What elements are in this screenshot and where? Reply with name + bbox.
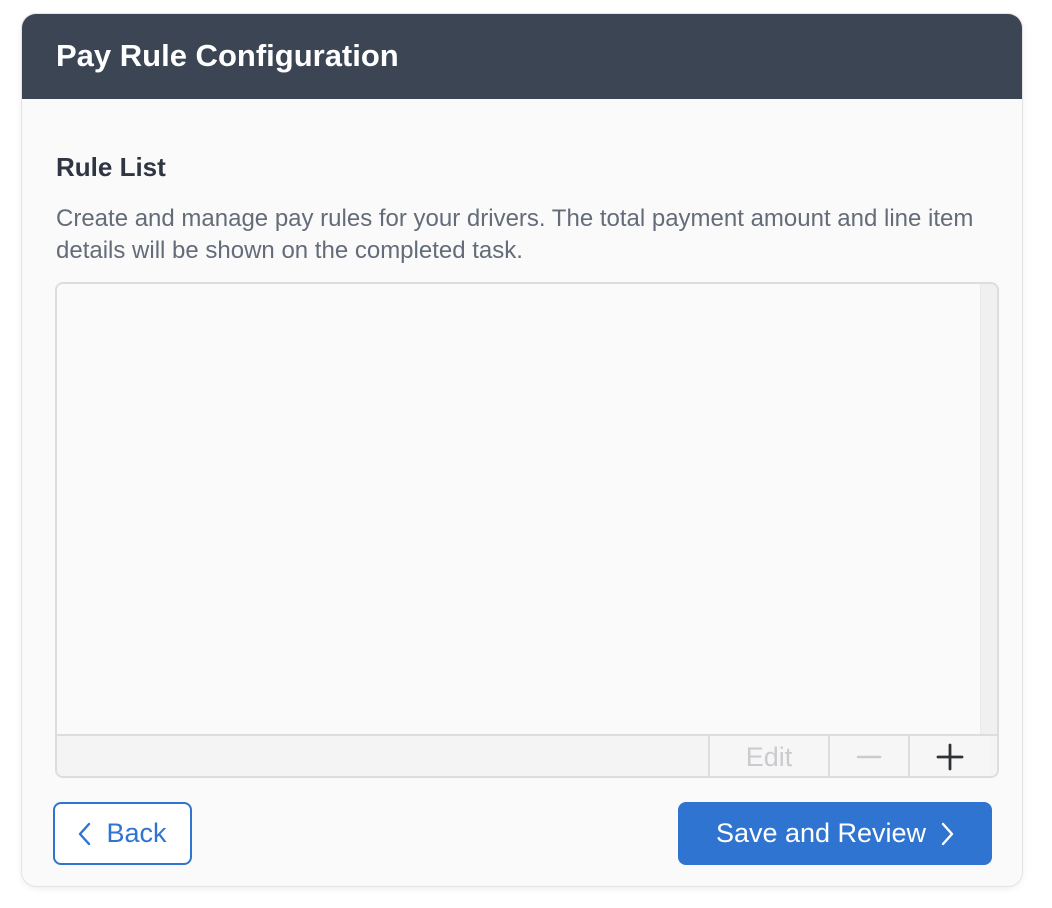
panel-header: Pay Rule Configuration xyxy=(22,14,1022,99)
back-button[interactable]: Back xyxy=(53,802,192,865)
rule-list-toolbar: Edit xyxy=(57,734,997,776)
rule-list-heading: Rule List xyxy=(56,152,166,182)
chevron-left-icon xyxy=(79,822,91,845)
edit-rule-button[interactable]: Edit xyxy=(708,736,828,776)
remove-rule-button[interactable] xyxy=(828,736,908,776)
rule-list-scrollbar[interactable] xyxy=(980,284,997,734)
plus-icon xyxy=(936,743,964,771)
add-rule-button[interactable] xyxy=(908,736,990,776)
save-button-label: Save and Review xyxy=(715,818,927,848)
rule-list-area[interactable] xyxy=(57,284,981,734)
rule-list-description: Create and manage pay rules for your dri… xyxy=(56,205,974,264)
save-and-review-button[interactable]: Save and Review xyxy=(678,802,992,865)
back-button-label: Back xyxy=(106,818,167,848)
minus-icon xyxy=(856,755,882,759)
pay-rule-config-panel: Pay Rule Configuration Rule List Create … xyxy=(22,14,1022,886)
chevron-right-icon xyxy=(941,822,954,845)
rule-list-box: Edit xyxy=(55,282,999,778)
page-title: Pay Rule Configuration xyxy=(56,38,399,73)
